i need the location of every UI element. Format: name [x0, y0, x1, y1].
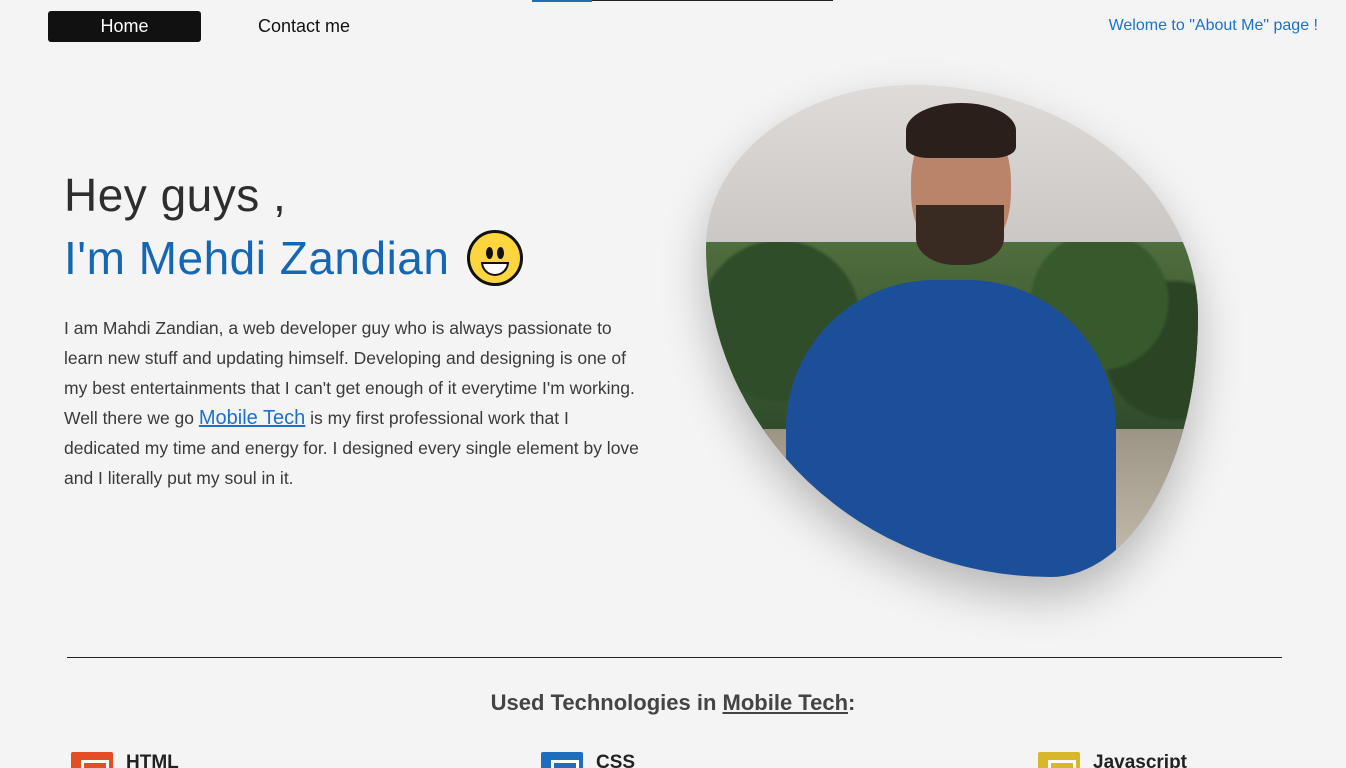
welcome-message: Welome to "About Me" page !: [1108, 17, 1318, 34]
technologies-mobile-tech-link[interactable]: Mobile Tech: [723, 690, 849, 715]
grinning-face-icon: [467, 230, 524, 286]
technologies-heading: Used Technologies in Mobile Tech:: [0, 690, 1346, 716]
technologies-heading-text: Used Technologies in: [490, 690, 723, 715]
tech-label-javascript: Javascript: [1093, 752, 1188, 768]
tech-item-javascript: Javascript: [1038, 752, 1187, 768]
tech-label-html: HTML: [126, 752, 179, 768]
hero-greeting: Hey guys ,: [64, 169, 287, 221]
nav-contact-link[interactable]: Contact me: [258, 16, 350, 37]
hero-name: I'm Mehdi Zandian: [64, 232, 450, 284]
tech-item-html: HTML: [71, 752, 179, 768]
hero-bio: I am Mahdi Zandian, a web developer guy …: [64, 313, 649, 493]
javascript-icon: [1038, 752, 1080, 768]
section-divider: [67, 657, 1282, 658]
tech-label-css: CSS: [596, 752, 636, 768]
css3-icon: [541, 752, 583, 768]
mobile-tech-link[interactable]: Mobile Tech: [199, 407, 305, 429]
scroll-progress-fill: [532, 0, 592, 2]
html5-icon: [71, 752, 113, 768]
profile-photo: [706, 85, 1198, 577]
hero-name-row: I'm Mehdi Zandian: [64, 230, 524, 286]
technologies-heading-colon: :: [848, 690, 856, 715]
nav-home-button[interactable]: Home: [48, 11, 201, 42]
tech-item-css: CSS: [541, 752, 635, 768]
about-page: Home Contact me Welome to "About Me" pag…: [0, 0, 1346, 768]
